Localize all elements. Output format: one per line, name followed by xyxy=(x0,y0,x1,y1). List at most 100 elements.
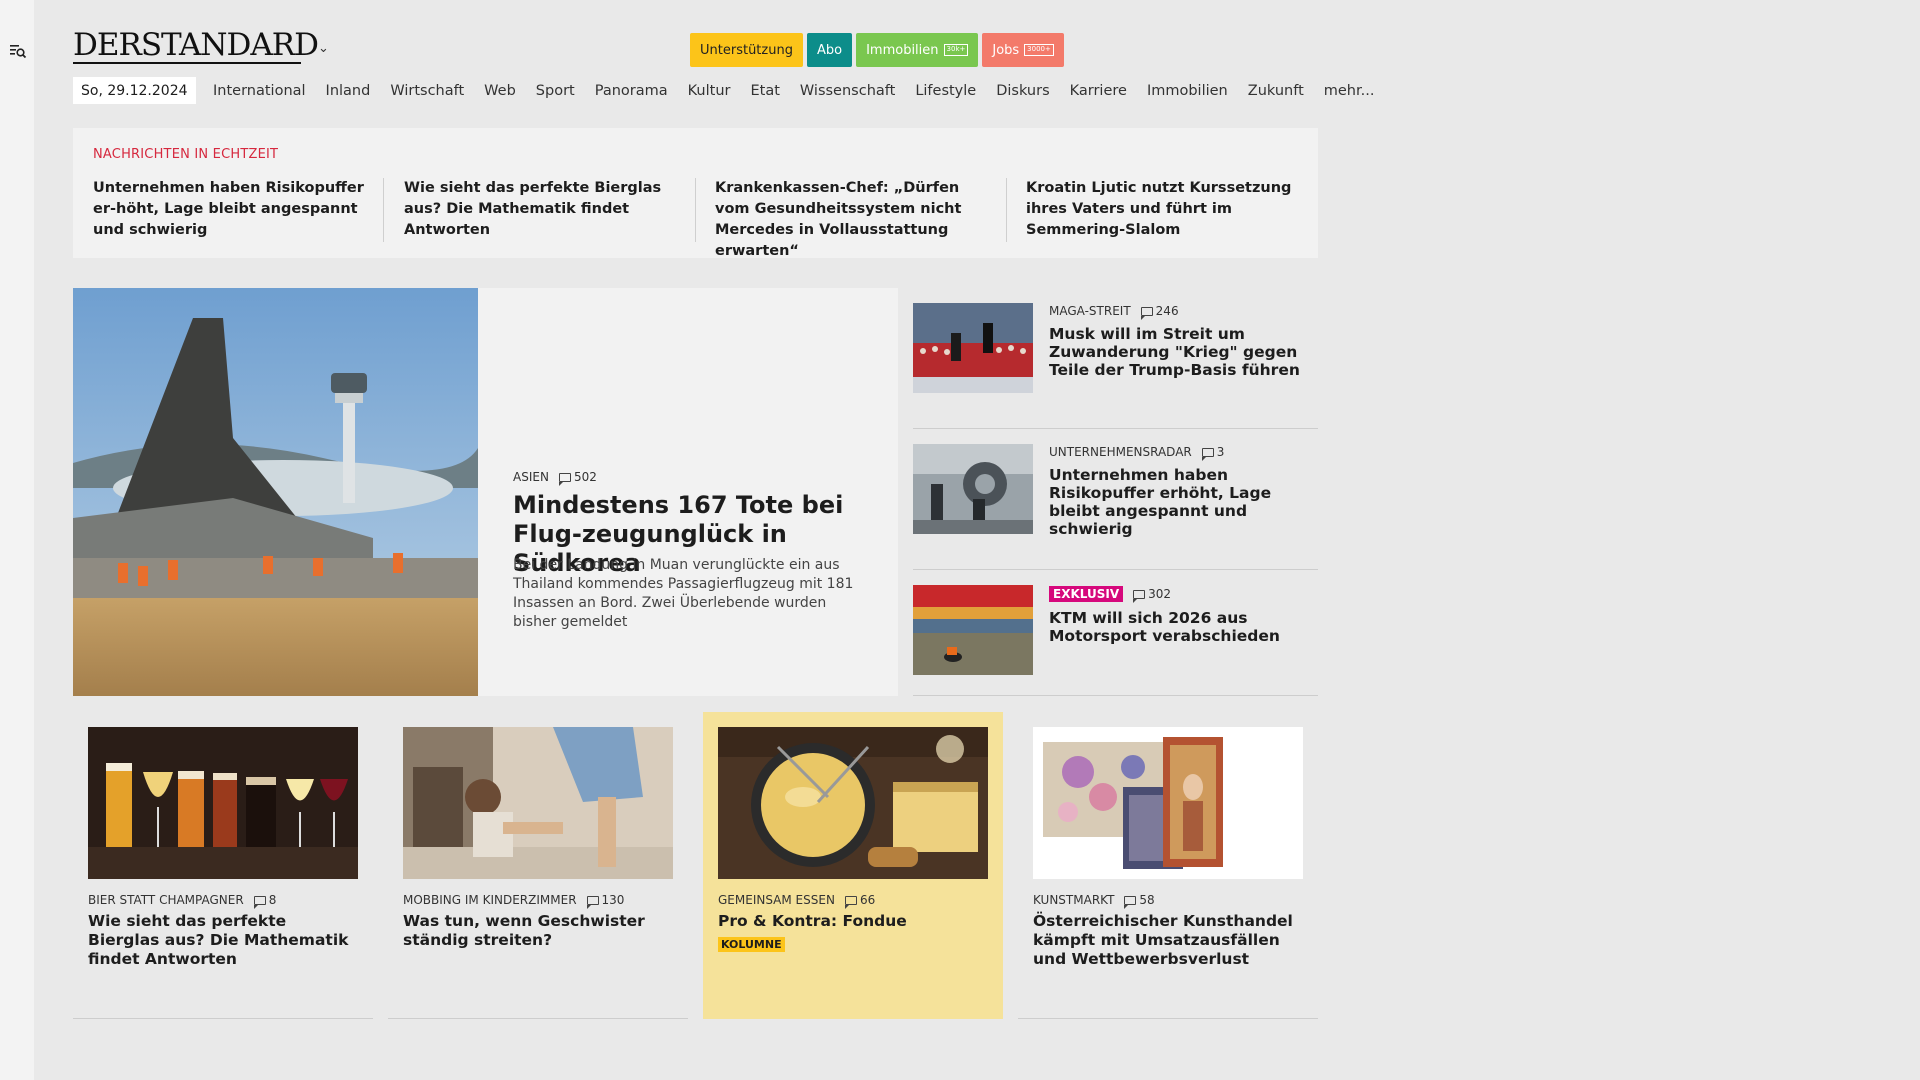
logo-underline xyxy=(73,62,301,64)
jobs-count-badge: 3000+ xyxy=(1024,44,1054,56)
divider xyxy=(388,1018,688,1019)
divider xyxy=(913,695,1318,696)
exclusive-badge: EXKLUSIV xyxy=(1049,586,1124,602)
teaser-kicker: GEMEINSAM ESSEN xyxy=(718,893,835,907)
divider xyxy=(695,178,696,242)
side-kicker: MAGA-STREIT xyxy=(1049,304,1131,318)
teaser-headline[interactable]: Wie sieht das perfekte Bierglas aus? Die… xyxy=(88,912,358,969)
comment-icon xyxy=(558,472,571,486)
teaser-headline[interactable]: Österreichischer Kunsthandel kämpft mit … xyxy=(1033,912,1303,969)
support-button[interactable]: Unterstützung xyxy=(690,33,803,67)
immobilien-label: Immobilien xyxy=(866,42,939,58)
ticker-item[interactable]: Kroatin Ljutic nutzt Kurssetzung ihres V… xyxy=(1026,178,1298,241)
main-nav: International Inland Wirtschaft Web Spor… xyxy=(213,77,1394,104)
teaser-comment-count: 130 xyxy=(601,893,625,907)
ticker-item[interactable]: Krankenkassen-Chef: „Dürfen vom Gesundhe… xyxy=(715,178,987,262)
live-news-ticker: NACHRICHTEN IN ECHTZEIT Unternehmen habe… xyxy=(73,128,1318,259)
menu-search-icon[interactable] xyxy=(9,42,27,60)
side-comment-count: 302 xyxy=(1148,587,1172,601)
divider xyxy=(383,178,384,242)
current-date: So, 29.12.2024 xyxy=(73,77,196,104)
teaser-image xyxy=(1033,727,1303,879)
side-article-meta: MAGA-STREIT 246 xyxy=(1049,304,1179,320)
ticker-item[interactable]: Wie sieht das perfekte Bierglas aus? Die… xyxy=(404,178,676,241)
immobilien-count-badge: 30k+ xyxy=(943,44,969,56)
teaser-meta: BIER STATT CHAMPAGNER 8 xyxy=(88,893,277,909)
comment-icon xyxy=(1133,589,1146,603)
nav-item-lifestyle[interactable]: Lifestyle xyxy=(915,83,976,99)
side-article[interactable]: UNTERNEHMENSRADAR 3 Unternehmen haben Ri… xyxy=(913,429,1318,570)
teaser-card[interactable]: MOBBING IM KINDERZIMMER 130 Was tun, wen… xyxy=(388,712,688,1019)
side-article[interactable]: EXKLUSIV 302 KTM will sich 2026 aus Moto… xyxy=(913,570,1318,696)
comment-icon xyxy=(844,895,857,909)
jobs-button[interactable]: Jobs 3000+ xyxy=(982,33,1064,67)
abo-label: Abo xyxy=(816,42,843,58)
nav-item-sport[interactable]: Sport xyxy=(536,83,575,99)
header-pills: Unterstützung Abo Immobilien 30k+ Jobs 300… xyxy=(690,33,1064,67)
nav-item-immobilien[interactable]: Immobilien xyxy=(1147,83,1228,99)
column-badge: KOLUMNE xyxy=(718,937,785,952)
side-article[interactable]: MAGA-STREIT 246 Musk will im Streit um Z… xyxy=(913,288,1318,429)
abo-button[interactable]: Abo xyxy=(806,33,853,67)
divider xyxy=(1018,1018,1318,1019)
teaser-card[interactable]: BIER STATT CHAMPAGNER 8 Wie sieht das pe… xyxy=(73,712,373,1019)
side-article-image xyxy=(913,303,1033,393)
nav-item-more[interactable]: mehr... xyxy=(1324,83,1375,99)
side-article-image xyxy=(913,444,1033,534)
site-logo[interactable]: DERSTANDARD xyxy=(73,30,319,61)
side-article-meta: EXKLUSIV 302 xyxy=(1049,586,1172,603)
nav-item-web[interactable]: Web xyxy=(484,83,516,99)
teaser-card[interactable]: KUNSTMARKT 58 Österreichischer Kunsthand… xyxy=(1018,712,1318,1019)
teaser-kicker: MOBBING IM KINDERZIMMER xyxy=(403,893,577,907)
teaser-headline[interactable]: Pro & Kontra: Fondue xyxy=(718,912,988,931)
comment-icon xyxy=(1124,895,1137,909)
jobs-label: Jobs xyxy=(992,42,1020,58)
side-kicker: UNTERNEHMENSRADAR xyxy=(1049,445,1192,459)
teaser-meta: KUNSTMARKT 58 xyxy=(1033,893,1155,909)
teaser-comment-count: 66 xyxy=(859,893,876,907)
teaser-card-column[interactable]: GEMEINSAM ESSEN 66 Pro & Kontra: Fondue … xyxy=(703,712,1003,1019)
comment-icon xyxy=(253,895,266,909)
teaser-comment-count: 58 xyxy=(1139,893,1155,907)
nav-item-karriere[interactable]: Karriere xyxy=(1070,83,1127,99)
nav-item-inland[interactable]: Inland xyxy=(326,83,371,99)
nav-item-international[interactable]: International xyxy=(213,83,306,99)
side-comment-count: 3 xyxy=(1216,445,1225,459)
hero-lead: Bei der Landung in Muan verunglückte ein… xyxy=(513,557,854,630)
teaser-kicker: KUNSTMARKT xyxy=(1033,893,1115,907)
nav-item-etat[interactable]: Etat xyxy=(750,83,779,99)
nav-item-kultur[interactable]: Kultur xyxy=(688,83,731,99)
divider xyxy=(1006,178,1007,242)
side-article-meta: UNTERNEHMENSRADAR 3 xyxy=(1049,445,1225,461)
teaser-comment-count: 8 xyxy=(268,893,277,907)
immobilien-button[interactable]: Immobilien 30k+ xyxy=(856,33,979,67)
chevron-down-icon[interactable]: ⌄ xyxy=(318,41,329,56)
left-rail xyxy=(0,0,34,1080)
side-headline[interactable]: Musk will im Streit um Zuwanderung "Krie… xyxy=(1049,325,1314,379)
nav-item-wirtschaft[interactable]: Wirtschaft xyxy=(390,83,464,99)
teaser-kicker: BIER STATT CHAMPAGNER xyxy=(88,893,244,907)
side-article-image xyxy=(913,585,1033,675)
teaser-headline[interactable]: Was tun, wenn Geschwister ständig streit… xyxy=(403,912,673,950)
teaser-meta: GEMEINSAM ESSEN 66 xyxy=(718,893,876,909)
comment-icon xyxy=(586,895,599,909)
hero-kicker: ASIEN xyxy=(513,470,549,484)
teaser-image xyxy=(718,727,988,879)
side-headline[interactable]: Unternehmen haben Risikopuffer erhöht, L… xyxy=(1049,466,1314,538)
ticker-title: NACHRICHTEN IN ECHTZEIT xyxy=(93,147,279,162)
nav-item-diskurs[interactable]: Diskurs xyxy=(996,83,1049,99)
side-comment-count: 246 xyxy=(1155,304,1179,318)
nav-item-panorama[interactable]: Panorama xyxy=(595,83,668,99)
support-label: Unterstützung xyxy=(700,42,793,58)
teaser-image xyxy=(403,727,673,879)
hero-image xyxy=(73,288,478,696)
hero-article[interactable]: ASIEN 502 Mindestens 167 Tote bei Flug-z… xyxy=(73,288,898,696)
ticker-item[interactable]: Unternehmen haben Risikopuffer er-höht, … xyxy=(93,178,365,241)
side-headline[interactable]: KTM will sich 2026 aus Motorsport verabs… xyxy=(1049,609,1314,645)
teaser-image xyxy=(88,727,358,879)
teaser-meta: MOBBING IM KINDERZIMMER 130 xyxy=(403,893,625,909)
comment-icon xyxy=(1140,306,1153,320)
hero-comment-count: 502 xyxy=(573,470,597,484)
nav-item-zukunft[interactable]: Zukunft xyxy=(1248,83,1304,99)
nav-item-wissenschaft[interactable]: Wissenschaft xyxy=(800,83,895,99)
